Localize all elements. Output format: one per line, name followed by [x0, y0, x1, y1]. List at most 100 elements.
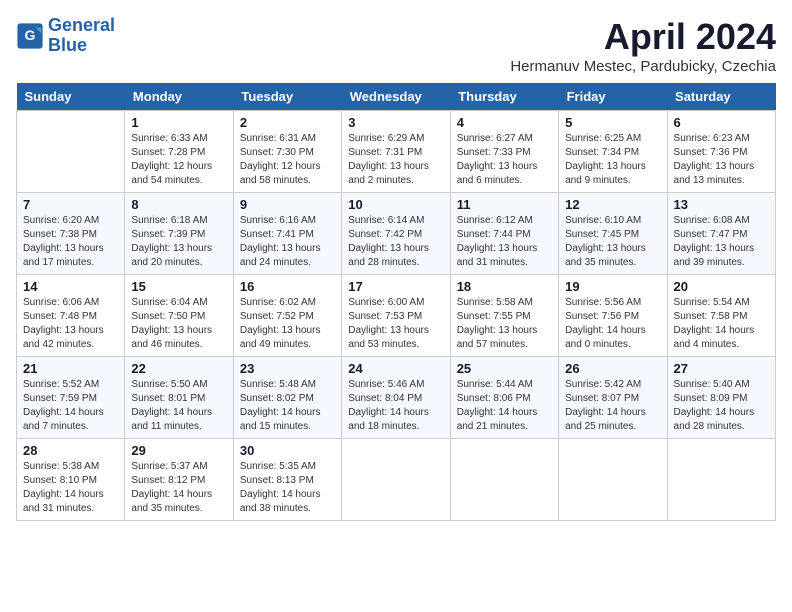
day-info: Sunrise: 6:27 AM Sunset: 7:33 PM Dayligh… [457, 132, 552, 188]
logo-icon: G [16, 22, 44, 50]
day-number: 16 [240, 279, 335, 294]
calendar-cell: 11 Sunrise: 6:12 AM Sunset: 7:44 PM Dayli… [450, 193, 558, 275]
day-info: Sunrise: 5:46 AM Sunset: 8:04 PM Dayligh… [348, 378, 443, 434]
day-number: 26 [565, 361, 660, 376]
day-number: 19 [565, 279, 660, 294]
day-info: Sunrise: 5:38 AM Sunset: 8:10 PM Dayligh… [23, 460, 118, 516]
weekday-header-sunday: Sunday [17, 83, 125, 111]
calendar-cell: 25Sunrise: 5:44 AM Sunset: 8:06 PM Dayli… [450, 357, 558, 439]
day-number: 6 [674, 115, 769, 130]
calendar-cell: 14 Sunrise: 6:06 AM Sunset: 7:48 PM Dayli… [17, 275, 125, 357]
calendar-cell: 21 Sunrise: 5:52 AM Sunset: 7:59 PM Dayli… [17, 357, 125, 439]
calendar-cell: 27 Sunrise: 5:40 AM Sunset: 8:09 PM Dayli… [667, 357, 775, 439]
calendar-cell: 23 Sunrise: 5:48 AM Sunset: 8:02 PM Dayli… [233, 357, 341, 439]
calendar-cell: 15Sunrise: 6:04 AM Sunset: 7:50 PM Dayli… [125, 275, 233, 357]
week-row-4: 21 Sunrise: 5:52 AM Sunset: 7:59 PM Dayli… [17, 357, 776, 439]
day-info: Sunrise: 6:08 AM Sunset: 7:47 PM Dayligh… [674, 214, 769, 270]
day-info: Sunrise: 6:06 AM Sunset: 7:48 PM Dayligh… [23, 296, 118, 352]
calendar-cell: 7Sunrise: 6:20 AM Sunset: 7:38 PM Daylig… [17, 193, 125, 275]
calendar-cell [342, 439, 450, 521]
day-number: 14 [23, 279, 118, 294]
calendar-cell: 12 Sunrise: 6:10 AM Sunset: 7:45 PM Dayli… [559, 193, 667, 275]
calendar-cell: 26 Sunrise: 5:42 AM Sunset: 8:07 PM Dayli… [559, 357, 667, 439]
day-number: 29 [131, 443, 226, 458]
day-info: Sunrise: 6:04 AM Sunset: 7:50 PM Dayligh… [131, 296, 226, 352]
calendar-cell: 29 Sunrise: 5:37 AM Sunset: 8:12 PM Dayli… [125, 439, 233, 521]
calendar-table: SundayMondayTuesdayWednesdayThursdayFrid… [16, 83, 776, 521]
day-info: Sunrise: 6:16 AM Sunset: 7:41 PM Dayligh… [240, 214, 335, 270]
day-info: Sunrise: 5:44 AM Sunset: 8:06 PM Dayligh… [457, 378, 552, 434]
calendar-cell [17, 111, 125, 193]
day-number: 22 [131, 361, 226, 376]
day-number: 11 [457, 197, 552, 212]
calendar-cell [450, 439, 558, 521]
calendar-cell [559, 439, 667, 521]
day-info: Sunrise: 5:48 AM Sunset: 8:02 PM Dayligh… [240, 378, 335, 434]
calendar-cell: 28 Sunrise: 5:38 AM Sunset: 8:10 PM Dayli… [17, 439, 125, 521]
weekday-header-monday: Monday [125, 83, 233, 111]
calendar-cell: 20 Sunrise: 5:54 AM Sunset: 7:58 PM Dayli… [667, 275, 775, 357]
day-info: Sunrise: 6:00 AM Sunset: 7:53 PM Dayligh… [348, 296, 443, 352]
day-info: Sunrise: 5:40 AM Sunset: 8:09 PM Dayligh… [674, 378, 769, 434]
calendar-cell [667, 439, 775, 521]
day-number: 30 [240, 443, 335, 458]
day-number: 27 [674, 361, 769, 376]
day-info: Sunrise: 5:54 AM Sunset: 7:58 PM Dayligh… [674, 296, 769, 352]
day-number: 12 [565, 197, 660, 212]
day-info: Sunrise: 5:58 AM Sunset: 7:55 PM Dayligh… [457, 296, 552, 352]
logo: G General Blue [16, 16, 115, 56]
day-number: 20 [674, 279, 769, 294]
location-subtitle: Hermanuv Mestec, Pardubicky, Czechia [510, 58, 776, 75]
calendar-cell: 30Sunrise: 5:35 AM Sunset: 8:13 PM Dayli… [233, 439, 341, 521]
day-info: Sunrise: 6:02 AM Sunset: 7:52 PM Dayligh… [240, 296, 335, 352]
weekday-header-thursday: Thursday [450, 83, 558, 111]
calendar-cell: 5Sunrise: 6:25 AM Sunset: 7:34 PM Daylig… [559, 111, 667, 193]
day-number: 18 [457, 279, 552, 294]
week-row-1: 1Sunrise: 6:33 AM Sunset: 7:28 PM Daylig… [17, 111, 776, 193]
calendar-cell: 13 Sunrise: 6:08 AM Sunset: 7:47 PM Dayli… [667, 193, 775, 275]
day-number: 1 [131, 115, 226, 130]
day-info: Sunrise: 5:56 AM Sunset: 7:56 PM Dayligh… [565, 296, 660, 352]
day-number: 28 [23, 443, 118, 458]
week-row-2: 7Sunrise: 6:20 AM Sunset: 7:38 PM Daylig… [17, 193, 776, 275]
day-number: 2 [240, 115, 335, 130]
day-number: 21 [23, 361, 118, 376]
calendar-cell: 2Sunrise: 6:31 AM Sunset: 7:30 PM Daylig… [233, 111, 341, 193]
day-number: 8 [131, 197, 226, 212]
weekday-header-tuesday: Tuesday [233, 83, 341, 111]
day-number: 23 [240, 361, 335, 376]
day-info: Sunrise: 6:20 AM Sunset: 7:38 PM Dayligh… [23, 214, 118, 270]
calendar-cell: 3 Sunrise: 6:29 AM Sunset: 7:31 PM Daylig… [342, 111, 450, 193]
day-info: Sunrise: 6:14 AM Sunset: 7:42 PM Dayligh… [348, 214, 443, 270]
calendar-cell: 16 Sunrise: 6:02 AM Sunset: 7:52 PM Dayli… [233, 275, 341, 357]
day-number: 9 [240, 197, 335, 212]
month-title: April 2024 [510, 16, 776, 58]
weekday-header-row: SundayMondayTuesdayWednesdayThursdayFrid… [17, 83, 776, 111]
weekday-header-saturday: Saturday [667, 83, 775, 111]
day-info: Sunrise: 6:29 AM Sunset: 7:31 PM Dayligh… [348, 132, 443, 188]
week-row-3: 14 Sunrise: 6:06 AM Sunset: 7:48 PM Dayli… [17, 275, 776, 357]
calendar-cell: 9 Sunrise: 6:16 AM Sunset: 7:41 PM Daylig… [233, 193, 341, 275]
calendar-cell: 19 Sunrise: 5:56 AM Sunset: 7:56 PM Dayli… [559, 275, 667, 357]
day-info: Sunrise: 6:23 AM Sunset: 7:36 PM Dayligh… [674, 132, 769, 188]
day-info: Sunrise: 6:10 AM Sunset: 7:45 PM Dayligh… [565, 214, 660, 270]
day-info: Sunrise: 5:42 AM Sunset: 8:07 PM Dayligh… [565, 378, 660, 434]
calendar-cell: 10 Sunrise: 6:14 AM Sunset: 7:42 PM Dayli… [342, 193, 450, 275]
logo-text: General Blue [48, 16, 115, 56]
svg-text:G: G [25, 27, 36, 43]
day-number: 13 [674, 197, 769, 212]
calendar-cell: 6 Sunrise: 6:23 AM Sunset: 7:36 PM Daylig… [667, 111, 775, 193]
day-number: 4 [457, 115, 552, 130]
title-area: April 2024 Hermanuv Mestec, Pardubicky, … [510, 16, 776, 75]
calendar-cell: 17Sunrise: 6:00 AM Sunset: 7:53 PM Dayli… [342, 275, 450, 357]
day-number: 10 [348, 197, 443, 212]
calendar-cell: 1Sunrise: 6:33 AM Sunset: 7:28 PM Daylig… [125, 111, 233, 193]
day-number: 3 [348, 115, 443, 130]
day-info: Sunrise: 5:52 AM Sunset: 7:59 PM Dayligh… [23, 378, 118, 434]
calendar-cell: 8 Sunrise: 6:18 AM Sunset: 7:39 PM Daylig… [125, 193, 233, 275]
day-info: Sunrise: 5:37 AM Sunset: 8:12 PM Dayligh… [131, 460, 226, 516]
day-info: Sunrise: 6:18 AM Sunset: 7:39 PM Dayligh… [131, 214, 226, 270]
day-number: 24 [348, 361, 443, 376]
weekday-header-friday: Friday [559, 83, 667, 111]
day-info: Sunrise: 6:12 AM Sunset: 7:44 PM Dayligh… [457, 214, 552, 270]
